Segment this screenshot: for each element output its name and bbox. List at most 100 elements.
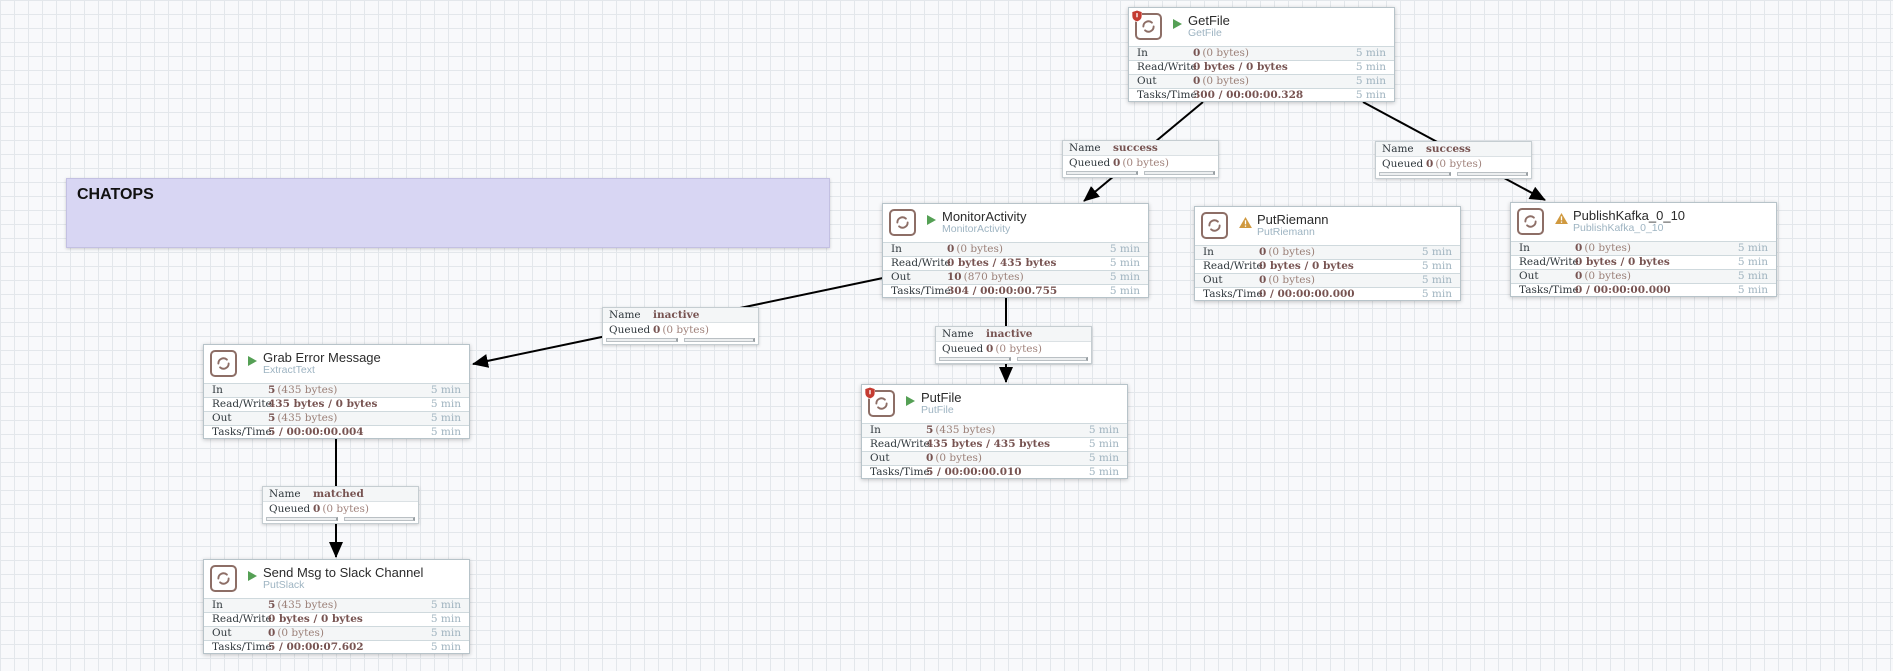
processor-putriemann[interactable]: PutRiemann PutRiemann In 0 (0 bytes) 5 min … bbox=[1194, 206, 1461, 301]
processor-icon bbox=[210, 565, 237, 592]
processor-title: Grab Error Message bbox=[263, 350, 381, 365]
run-status-icon bbox=[1173, 19, 1182, 29]
stat-row-taskstime: Tasks/Time 5 / 00:00:00.010 5 min bbox=[862, 465, 1127, 479]
processor-type: ExtractText bbox=[263, 364, 315, 377]
queue-size-bar bbox=[1016, 357, 1088, 361]
processor-publishkafka-0-10[interactable]: PublishKafka_0_10 PublishKafka_0_10 In 0(… bbox=[1510, 202, 1777, 297]
connection-label-success-1[interactable]: Name success Queued 0 (0 bytes) bbox=[1062, 140, 1219, 178]
sync-arrows-icon bbox=[217, 357, 230, 370]
queue-count-bar bbox=[1379, 172, 1451, 176]
processor-type: PutSlack bbox=[263, 579, 305, 592]
stat-row-in: In 5 (435 bytes) 5 min bbox=[204, 598, 469, 612]
canvas-label-chatops[interactable]: CHATOPS bbox=[66, 178, 830, 248]
run-status-icon bbox=[927, 215, 936, 225]
processor-title: PutFile bbox=[921, 390, 962, 405]
nifi-canvas[interactable]: { "chatops_label": { "text": "CHATOPS" }… bbox=[0, 0, 1893, 671]
sync-arrows-icon bbox=[1524, 215, 1537, 228]
processor-title: GetFile bbox=[1188, 13, 1230, 28]
sync-arrows-icon bbox=[896, 216, 909, 229]
connection-queued-row: Queued 0 (0 bytes) bbox=[1382, 158, 1482, 170]
stat-row-readwrite: Read/Write 0 bytes / 0 bytes 5 min bbox=[1511, 255, 1776, 269]
processor-icon bbox=[1517, 208, 1544, 235]
processor-send-msg-to-slack-channel[interactable]: Send Msg to Slack Channel PutSlack In 5 (4… bbox=[203, 559, 470, 654]
processor-title: MonitorActivity bbox=[942, 209, 1027, 224]
connection-label-success-2[interactable]: Name success Queued 0 (0 bytes) bbox=[1375, 141, 1532, 179]
processor-icon bbox=[889, 209, 916, 236]
sync-arrows-icon bbox=[1208, 219, 1221, 232]
canvas-label-text: CHATOPS bbox=[77, 186, 154, 203]
connection-queued-row: Queued 0 (0 bytes) bbox=[942, 343, 1042, 355]
processor-header: PutFile PutFile bbox=[862, 385, 1127, 423]
run-status-icon bbox=[906, 396, 915, 406]
processor-header: Grab Error Message ExtractText bbox=[204, 345, 469, 383]
queue-progress-bars bbox=[936, 356, 1091, 363]
restricted-icon bbox=[1132, 10, 1142, 22]
run-status-icon bbox=[248, 571, 257, 581]
connection-queued-row: Queued 0 (0 bytes) bbox=[269, 503, 369, 515]
stat-row-out: Out 0 (0 bytes) 5 min bbox=[1511, 269, 1776, 283]
connection-name-row: Name inactive bbox=[603, 308, 758, 323]
stat-row-taskstime: Tasks/Time 0 / 00:00:00.000 5 min bbox=[1511, 283, 1776, 297]
connection-name-row: Name success bbox=[1376, 142, 1531, 157]
processor-type: PutRiemann bbox=[1257, 226, 1315, 239]
queue-size-bar bbox=[1456, 172, 1528, 176]
processor-putfile[interactable]: PutFile PutFile In 5 (435 bytes) 5 min Read… bbox=[861, 384, 1128, 479]
processor-header: GetFile GetFile bbox=[1129, 8, 1394, 46]
processor-header: PutRiemann PutRiemann bbox=[1195, 207, 1460, 245]
connection-label-matched[interactable]: Name matched Queued 0 (0 bytes) bbox=[262, 486, 419, 524]
processor-header: Send Msg to Slack Channel PutSlack bbox=[204, 560, 469, 598]
queue-count-bar bbox=[606, 338, 678, 342]
stat-row-readwrite: Read/Write 0 bytes / 0 bytes 5 min bbox=[1195, 259, 1460, 273]
stat-row-taskstime: Tasks/Time 304 / 00:00:00.755 5 min bbox=[883, 284, 1148, 298]
queue-size-bar bbox=[343, 517, 415, 521]
stat-row-out: Out 5 (435 bytes) 5 min bbox=[204, 411, 469, 425]
stat-row-taskstime: Tasks/Time 300 / 00:00:00.328 5 min bbox=[1129, 88, 1394, 102]
processor-type: PutFile bbox=[921, 404, 954, 417]
connection-name-row: Name success bbox=[1063, 141, 1218, 156]
processor-title: PutRiemann bbox=[1257, 212, 1329, 227]
queue-progress-bars bbox=[603, 337, 758, 344]
stat-row-taskstime: Tasks/Time 5 / 00:00:00.004 5 min bbox=[204, 425, 469, 439]
invalid-warning-icon bbox=[1555, 213, 1568, 224]
stat-row-readwrite: Read/Write 0 bytes / 0 bytes 5 min bbox=[1129, 60, 1394, 74]
processor-title: PublishKafka_0_10 bbox=[1573, 208, 1686, 223]
processor-icon bbox=[865, 387, 895, 417]
queue-count-bar bbox=[1066, 171, 1138, 175]
processor-icon bbox=[210, 350, 237, 377]
stat-row-in: In 0 (0 bytes) 5 min bbox=[1129, 46, 1394, 60]
stat-row-out: Out 10 (870 bytes) 5 min bbox=[883, 270, 1148, 284]
processor-header: PublishKafka_0_10 PublishKafka_0_10 bbox=[1511, 203, 1776, 241]
run-status-icon bbox=[248, 356, 257, 366]
stat-row-taskstime: Tasks/Time 5 / 00:00:07.602 5 min bbox=[204, 640, 469, 654]
processor-grab-error-message[interactable]: Grab Error Message ExtractText In 5 (435 b… bbox=[203, 344, 470, 439]
stat-row-readwrite: Read/Write 435 bytes / 0 bytes 5 min bbox=[204, 397, 469, 411]
processor-header: MonitorActivity MonitorActivity bbox=[883, 204, 1148, 242]
connection-queued-row: Queued 0 (0 bytes) bbox=[1069, 157, 1169, 169]
connection-name-row: Name matched bbox=[263, 487, 418, 502]
connection-label-inactive-2[interactable]: Name inactive Queued 0 (0 bytes) bbox=[935, 326, 1092, 364]
processor-monitoractivity[interactable]: MonitorActivity MonitorActivity In 0 (0 by… bbox=[882, 203, 1149, 298]
restricted-icon bbox=[865, 387, 875, 399]
stat-row-out: Out 0 (0 bytes) 5 min bbox=[1129, 74, 1394, 88]
queue-count-bar bbox=[939, 357, 1011, 361]
queue-progress-bars bbox=[1063, 170, 1218, 177]
processor-getfile[interactable]: GetFile GetFile In 0 (0 bytes) 5 min Read/W… bbox=[1128, 7, 1395, 102]
stat-row-taskstime: Tasks/Time 0 / 00:00:00.000 5 min bbox=[1195, 287, 1460, 301]
stat-row-in: In 0 (0 bytes) 5 min bbox=[1195, 245, 1460, 259]
sync-arrows-icon bbox=[217, 572, 230, 585]
queue-size-bar bbox=[1143, 171, 1215, 175]
connection-name-row: Name inactive bbox=[936, 327, 1091, 342]
stat-row-out: Out 0 (0 bytes) 5 min bbox=[204, 626, 469, 640]
queue-size-bar bbox=[683, 338, 755, 342]
stat-row-readwrite: Read/Write 0 bytes / 0 bytes 5 min bbox=[204, 612, 469, 626]
stat-row-out: Out 0 (0 bytes) 5 min bbox=[1195, 273, 1460, 287]
stat-row-in: In 0 (0 bytes) 5 min bbox=[883, 242, 1148, 256]
stat-row-readwrite: Read/Write 0 bytes / 435 bytes 5 min bbox=[883, 256, 1148, 270]
queue-progress-bars bbox=[263, 516, 418, 523]
processor-type: MonitorActivity bbox=[942, 223, 1011, 236]
processor-icon bbox=[1132, 10, 1162, 40]
processor-type: PublishKafka_0_10 bbox=[1573, 222, 1664, 235]
connection-queued-row: Queued 0 (0 bytes) bbox=[609, 324, 709, 336]
connection-label-inactive-1[interactable]: Name inactive Queued 0 (0 bytes) bbox=[602, 307, 759, 345]
stat-row-readwrite: Read/Write 435 bytes / 435 bytes 5 min bbox=[862, 437, 1127, 451]
